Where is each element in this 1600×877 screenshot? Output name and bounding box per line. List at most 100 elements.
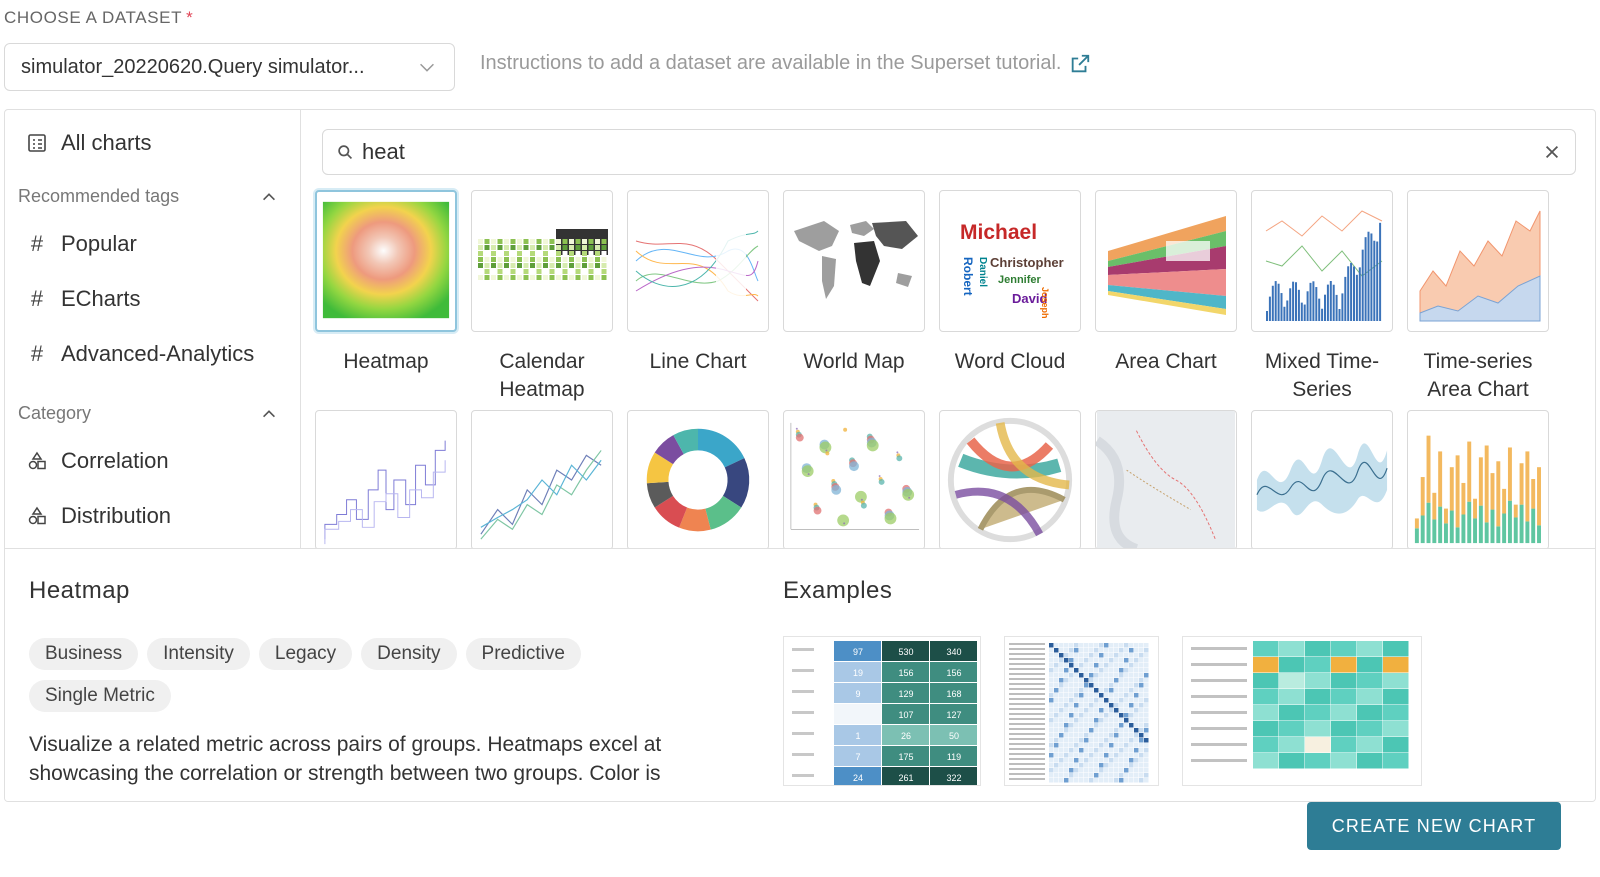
stacked-bar-segment (1438, 506, 1443, 544)
create-new-chart-button[interactable]: CREATE NEW CHART (1307, 802, 1561, 850)
calendar-cell (595, 251, 600, 256)
chart-search-input[interactable]: heat (322, 129, 1576, 175)
chart-card-calendar-heatmap[interactable]: Calendar Heatmap (471, 190, 613, 404)
ex2-cell (1064, 653, 1069, 658)
mixed-bar (1309, 282, 1312, 321)
chart-card-world-map[interactable]: World Map (783, 190, 925, 376)
calendar-cell (588, 245, 594, 250)
ex2-cell (1124, 758, 1129, 763)
example-image-3[interactable] (1182, 636, 1422, 786)
ex2-cell (1109, 643, 1114, 648)
calendar-cell (562, 245, 568, 250)
external-link-icon[interactable] (1069, 53, 1091, 75)
ex2-cell (1059, 703, 1064, 708)
ex3-cell (1357, 673, 1383, 689)
sidebar-item-distribution[interactable]: Distribution (27, 503, 171, 529)
recommended-tags-header[interactable]: Recommended tags (18, 186, 278, 207)
stacked-bar-segment (1496, 526, 1501, 544)
chart-card-area-chart[interactable]: Area Chart (1095, 190, 1237, 376)
stacked-bar-segment (1507, 447, 1512, 501)
stacked-bar-segment (1449, 510, 1454, 544)
mixed-bar (1303, 304, 1306, 321)
chart-card-heatmap[interactable]: Heatmap (315, 190, 457, 376)
calendar-cell (484, 269, 490, 274)
ex2-cell (1069, 758, 1074, 763)
sidebar-item-echarts[interactable]: # ECharts (27, 286, 141, 312)
chart-card-bubble[interactable] (783, 410, 925, 550)
sidebar-item-all-charts[interactable]: All charts (27, 130, 151, 156)
sidebar-item-popular[interactable]: # Popular (27, 231, 137, 257)
ex2-cell (1119, 673, 1124, 678)
ex2-cell (1069, 683, 1074, 688)
chart-card-line-multi[interactable] (471, 410, 613, 550)
chart-card-chord[interactable] (939, 410, 1081, 550)
ex2-cell (1054, 683, 1059, 688)
ex2-cell (1049, 753, 1054, 758)
chart-card-line-chart[interactable]: Line Chart (627, 190, 769, 376)
bubble (854, 490, 867, 503)
chart-card-time-series-area-chart[interactable]: Time-series Area Chart (1407, 190, 1549, 404)
chart-card-donut[interactable] (627, 410, 769, 550)
close-icon[interactable] (1543, 143, 1561, 161)
ex2-cell (1054, 708, 1059, 713)
chart-card-time-series-range[interactable] (1251, 410, 1393, 550)
ex2-cell (1089, 703, 1094, 708)
ex2-cell (1079, 653, 1084, 658)
ex2-cell (1139, 748, 1144, 753)
ex2-cell (1144, 768, 1149, 773)
calendar-cell (510, 257, 516, 262)
mixed-bar (1274, 281, 1277, 321)
ex2-cell (1089, 698, 1094, 703)
ex2-cell (1079, 748, 1084, 753)
ex2-cell (1144, 738, 1149, 743)
ex2-cell (1119, 733, 1124, 738)
chart-detail: Heatmap Business Intensity Legacy Density Pr… (5, 548, 1595, 801)
ex2-cell (1069, 773, 1074, 778)
ex2-cell (1074, 658, 1079, 663)
ex2-cell (1124, 683, 1129, 688)
ex1-cell-value: 322 (946, 773, 961, 783)
chart-card-stacked-bar[interactable] (1407, 410, 1549, 550)
ex2-cell (1084, 763, 1089, 768)
ex2-cell (1104, 758, 1109, 763)
ex2-cell (1069, 733, 1074, 738)
dataset-select[interactable]: simulator_20220620.Query simulator... (4, 43, 455, 91)
category-header[interactable]: Category (18, 403, 278, 424)
sidebar-item-advanced-analytics[interactable]: # Advanced-Analytics (27, 341, 254, 367)
ex2-cell (1064, 643, 1069, 648)
ex3-cell (1305, 721, 1331, 737)
chart-sidebar: All charts Recommended tags # Popular # … (5, 110, 301, 559)
ex2-cell (1119, 678, 1124, 683)
ex2-cell (1054, 653, 1059, 658)
chart-card-word-cloud[interactable]: Michael Christopher Jennifer David Rober… (939, 190, 1081, 376)
ex2-label-bar (1009, 683, 1045, 685)
sidebar-item-correlation[interactable]: Correlation (27, 448, 169, 474)
ex2-cell (1079, 648, 1084, 653)
ex2-cell (1104, 658, 1109, 663)
ex2-cell (1049, 703, 1054, 708)
calendar-cell (582, 263, 587, 268)
ex2-cell (1134, 768, 1139, 773)
ex2-cell (1084, 728, 1089, 733)
ex2-cell (1089, 743, 1094, 748)
stacked-bar-segment (1525, 521, 1530, 544)
chart-card-deck-path[interactable] (1095, 410, 1237, 550)
ex2-cell (1054, 673, 1059, 678)
ex2-cell (1059, 738, 1064, 743)
ex2-cell (1074, 778, 1079, 783)
chart-card-mixed-time-series[interactable]: Mixed Time-Series (1251, 190, 1393, 404)
example-image-2[interactable] (1004, 636, 1159, 786)
ex2-cell (1134, 753, 1139, 758)
example-image-1[interactable]: 97 530 340 19 156 156 9 129 168 107 127 1 26 50 7 175 11… (783, 636, 981, 786)
mixed-bar (1306, 291, 1309, 321)
bubble (866, 439, 879, 452)
ex2-cell (1054, 658, 1059, 663)
stacked-bar-segment (1490, 473, 1495, 510)
ex2-cell (1069, 778, 1074, 783)
bubble (795, 433, 804, 442)
calendar-cell (517, 251, 522, 256)
mixed-bar (1338, 309, 1341, 321)
stacked-bar-segment (1484, 445, 1489, 523)
chart-card-step-line[interactable] (315, 410, 457, 550)
ex2-cell (1054, 753, 1059, 758)
